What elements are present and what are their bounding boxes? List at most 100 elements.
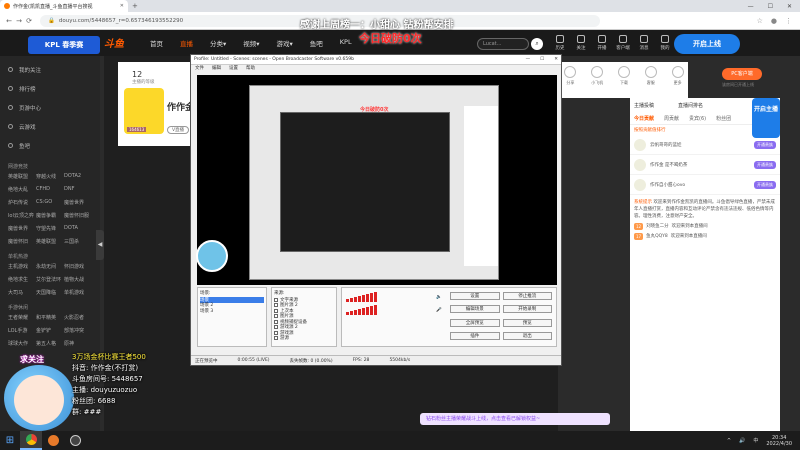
start-record-button[interactable]: 开始录制	[502, 305, 552, 314]
category-link[interactable]: 永劫无间	[36, 263, 64, 270]
category-link[interactable]: 天国降临	[36, 289, 64, 296]
obs-menu-settings[interactable]: 设置	[229, 65, 238, 73]
menu-icon[interactable]: ⋮	[785, 17, 792, 25]
rank-row[interactable]: 作作自小甜心ovo 开通贵族	[630, 175, 780, 195]
checkbox[interactable]	[274, 319, 278, 324]
minimize-button[interactable]: —	[748, 3, 754, 10]
category-link[interactable]: lol云顶之弈	[8, 212, 36, 219]
streamer-avatar[interactable]: 164613	[124, 88, 164, 134]
category-link[interactable]: 守望先锋	[36, 225, 64, 232]
obs-close-button[interactable]: ✕	[554, 57, 558, 62]
client-button[interactable]: 客户端	[616, 35, 630, 51]
category-link[interactable]: CFHD	[36, 186, 64, 193]
category-link[interactable]: 艾尔登法环	[36, 276, 64, 283]
obs-menu-help[interactable]: 帮助	[246, 65, 255, 73]
category-link[interactable]: DNF	[64, 186, 92, 193]
nav-yuba[interactable]: 鱼吧	[310, 38, 323, 48]
star-icon[interactable]: ☆	[757, 17, 763, 25]
history-button[interactable]: 历史	[553, 35, 567, 51]
category-link[interactable]: 绝地求生	[8, 276, 36, 283]
preview-button[interactable]: 预览	[502, 318, 552, 327]
nav-video[interactable]: 视频▾	[243, 38, 259, 48]
category-link[interactable]: 单机游戏	[64, 289, 92, 296]
mic-icon[interactable]: 🎤	[436, 308, 442, 313]
start-button[interactable]: ⊞	[0, 431, 20, 450]
category-link[interactable]: 魔兽世界	[8, 225, 36, 232]
follow-button[interactable]: 关注	[574, 35, 588, 51]
reload-button[interactable]: ⟳	[24, 17, 34, 25]
broadcast-button[interactable]: 开播	[595, 35, 609, 51]
obs-maximize-button[interactable]: ☐	[540, 57, 544, 62]
tab-fans[interactable]: 粉丝团	[716, 115, 731, 122]
tab-close-icon[interactable]: ✕	[120, 3, 124, 9]
taskbar-app[interactable]	[42, 431, 64, 450]
sidebar-collapse-button[interactable]: ◀	[96, 230, 104, 260]
close-window-button[interactable]: ✕	[787, 3, 792, 10]
rank-row[interactable]: 作作金 是不喝奶茶 开通贵族	[630, 155, 780, 175]
category-link[interactable]: 金铲铲	[36, 327, 64, 334]
category-link[interactable]: 英雄联盟	[8, 173, 36, 180]
noble-tag[interactable]: 开通贵族	[754, 140, 776, 149]
search-icon[interactable]: ⌕	[531, 38, 543, 50]
category-link[interactable]: 怀旧游戏	[64, 263, 92, 270]
side-promo[interactable]: 开启主播	[752, 98, 780, 138]
kaiyue-button[interactable]: 开启上线	[674, 34, 740, 54]
category-link[interactable]: 大司马	[8, 289, 36, 296]
category-link[interactable]: 球球大作	[8, 340, 36, 347]
back-button[interactable]: ←	[4, 17, 14, 25]
tray-expand-icon[interactable]: ^	[727, 438, 731, 444]
sidebar-item-yuba[interactable]: 鱼吧	[0, 136, 100, 155]
live-rank-label[interactable]: 直播间排名	[678, 102, 703, 109]
exit-button[interactable]: 退出	[502, 331, 552, 340]
category-link[interactable]: 王者荣耀	[8, 314, 36, 321]
pc-client-button[interactable]: PC客户端	[722, 68, 762, 80]
rank-row[interactable]: 云帆哥哥的蓝娃 开通贵族	[630, 135, 780, 155]
submission-label[interactable]: 主播投稿	[634, 102, 654, 109]
tab-vip[interactable]: 贵宾(6)	[689, 115, 706, 122]
more-button[interactable]: 更多	[669, 66, 686, 94]
new-tab-button[interactable]: +	[132, 2, 138, 10]
category-link[interactable]: 原神	[64, 340, 92, 347]
category-link[interactable]: 第五人格	[36, 340, 64, 347]
plugins-button[interactable]: 插件	[450, 331, 500, 340]
stop-stream-button[interactable]: 停止推流	[502, 292, 552, 300]
category-link[interactable]: 穿越火线	[36, 173, 64, 180]
share-button[interactable]: 分享	[562, 66, 579, 94]
sidebar-item-rank[interactable]: 排行榜	[0, 79, 100, 98]
category-link[interactable]: 三国杀	[64, 238, 92, 245]
scene-item[interactable]: 场景 3	[200, 308, 264, 314]
category-link[interactable]: DOTA2	[64, 173, 92, 180]
browser-tab[interactable]: 作作金(凯凯直播_斗鱼直播平台搜视 ✕	[0, 0, 128, 12]
douyu-logo[interactable]: 斗鱼	[104, 35, 124, 50]
category-link[interactable]: 主机游戏	[8, 263, 36, 270]
category-link[interactable]: 英雄联盟	[36, 238, 64, 245]
maximize-button[interactable]: ☐	[768, 3, 773, 10]
source-item[interactable]: 游源	[274, 336, 334, 341]
checkbox[interactable]	[274, 314, 278, 319]
chat-user[interactable]: 鱼丸QQY8	[646, 233, 668, 240]
edit-scene-button[interactable]: 编辑场景	[450, 305, 500, 314]
audio-meter[interactable]: 🔈	[346, 292, 442, 302]
fans-promo-bar[interactable]: 钻石粉丝主播荣耀战斗上线，点击查看已解锁权益~	[420, 413, 610, 425]
nav-home[interactable]: 首页	[150, 38, 163, 48]
download-button[interactable]: 下载	[616, 66, 633, 94]
nav-kpl[interactable]: KPL	[340, 38, 352, 48]
settings-button[interactable]: 设置	[450, 292, 500, 300]
plane-button[interactable]: 小飞机	[589, 66, 606, 94]
kpl-logo[interactable]: KPL 春季赛	[28, 36, 100, 54]
checkbox[interactable]	[274, 303, 278, 308]
checkbox[interactable]	[274, 330, 278, 335]
message-button[interactable]: 消息	[637, 35, 651, 51]
speaker-icon[interactable]: 🔈	[436, 295, 442, 300]
tab-week[interactable]: 周贡献	[664, 115, 679, 122]
category-link[interactable]: 绝地大乱	[8, 186, 36, 193]
mine-button[interactable]: 我的	[658, 35, 672, 51]
sidebar-item-webgame[interactable]: 页游中心	[0, 98, 100, 117]
nav-games[interactable]: 游戏▾	[277, 38, 293, 48]
noble-tag[interactable]: 开通贵族	[754, 180, 776, 189]
category-link[interactable]: 魔兽怀旧服	[64, 212, 92, 219]
checkbox[interactable]	[274, 308, 278, 313]
fullscreen-preview-button[interactable]: 全屏预览	[450, 318, 500, 327]
v-live-button[interactable]: V直播	[167, 126, 189, 134]
noble-tag[interactable]: 开通贵族	[754, 160, 776, 169]
